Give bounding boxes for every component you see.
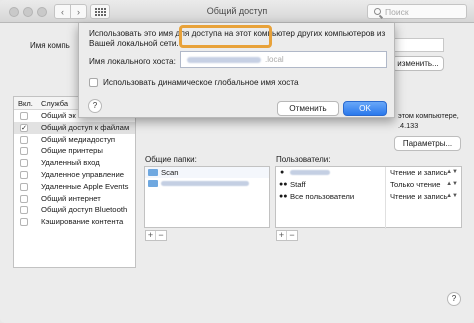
permission-value: Чтение и запись [390,168,448,177]
service-row[interactable]: ✓ Общий доступ к файлам [14,121,135,134]
permission-select[interactable]: Чтение и запись ▲▼ [386,167,461,179]
folder-name: Scan [161,168,179,177]
service-name: Кэширование контента [41,217,124,227]
computer-name-field[interactable] [392,38,444,52]
hostname-focus-ring [179,25,272,48]
folder-icon [148,180,158,187]
dynamic-hostname-label: Использовать динамическое глобальное имя… [103,78,299,87]
permission-value: Чтение и запись [390,191,448,201]
updown-arrow-icon: ▲▼ [446,180,458,187]
help-button[interactable]: ? [447,292,461,306]
service-row[interactable]: Общий интернет [14,193,135,205]
service-row[interactable]: Общие принтеры [14,145,135,157]
service-row[interactable]: Кэширование контента [14,216,135,228]
dynamic-hostname-checkbox[interactable] [89,78,98,87]
user-name: Все пользователи [290,191,355,201]
add-user-button[interactable]: + [277,231,288,240]
header-service: Служба [41,99,69,108]
host-suffix: .local [265,55,284,64]
list-item[interactable]: Scan [145,167,269,178]
service-row[interactable]: Удаленное управление [14,169,135,181]
service-checkbox[interactable] [20,170,28,179]
local-hostname-input[interactable]: .local [180,51,387,68]
user-name: Staff [290,179,306,189]
cancel-button[interactable]: Отменить [277,101,339,116]
search-placeholder: Поиск [385,7,409,17]
edit-computer-name-button[interactable]: изменить... [392,56,444,71]
services-table: Вкл. Служба Общий эк ✓ Общий доступ к файл… [13,96,136,268]
everyone-icon: ●● [279,192,288,200]
updown-arrow-icon: ▲▼ [446,169,458,175]
service-name: Общий интернет [41,193,101,203]
service-name: Общий эк [41,111,76,120]
service-checkbox[interactable] [20,112,28,120]
sharing-window: ‹ › Общий доступ Поиск Имя компь изменит… [0,0,474,323]
service-name: Удаленное управление [41,169,125,179]
service-name: Общий доступ Bluetooth [41,205,128,215]
service-checkbox[interactable] [20,206,28,215]
status-text-line2: .4.133 [398,121,419,130]
add-folder-button[interactable]: + [146,231,157,240]
service-checkbox[interactable] [20,194,28,203]
search-field[interactable]: Поиск [367,4,467,19]
options-button[interactable]: Параметры... [394,136,461,151]
group-icon: ●● [279,180,288,188]
service-name: Общий доступ к файлам [41,122,130,132]
shared-folders-label: Общие папки: [145,155,197,164]
permissions-column: Чтение и запись ▲▼ Только чтение ▲▼ Чтение… [385,167,461,229]
service-name: Общие принтеры [41,146,103,156]
folder-icon [148,169,158,176]
permission-select[interactable]: Чтение и запись ▲▼ [386,191,461,203]
shared-folders-list: Scan [144,166,270,228]
status-text-line1: этом компьютере, [398,111,459,120]
service-checkbox[interactable]: ✓ [20,123,28,132]
service-checkbox[interactable] [20,135,28,144]
folder-name-redacted [161,178,249,189]
hostname-redacted [187,57,261,63]
service-row[interactable]: Удаленный вход [14,157,135,169]
updown-arrow-icon: ▲▼ [446,192,458,199]
remove-folder-button[interactable]: − [156,231,166,240]
permission-value: Только чтение [390,179,441,189]
remove-user-button[interactable]: − [287,231,297,240]
service-name: Удаленные Apple Events [41,181,129,191]
header-on: Вкл. [18,99,33,108]
service-row[interactable]: Удаленные Apple Events [14,181,135,193]
service-name: Общий медиадоступ [41,134,116,144]
host-label: Имя локального хоста: [89,57,176,66]
service-row[interactable]: Общий доступ Bluetooth [14,204,135,216]
service-checkbox[interactable] [20,218,28,227]
permission-select[interactable]: Только чтение ▲▼ [386,179,461,191]
user-icon: ● [280,169,285,176]
list-item[interactable] [145,178,269,189]
service-checkbox[interactable] [20,147,28,156]
search-icon [374,8,381,15]
service-name: Удаленный вход [41,158,100,168]
users-add-remove: + − [276,230,298,241]
computer-name-label: Имя компь [30,41,70,50]
ok-button[interactable]: OK [343,101,387,116]
users-label: Пользователи: [276,155,331,164]
folders-add-remove: + − [145,230,167,241]
titlebar: ‹ › Общий доступ Поиск [0,0,474,23]
user-name-redacted [290,167,330,179]
service-checkbox[interactable] [20,182,28,191]
service-checkbox[interactable] [20,159,28,168]
service-row[interactable]: Общий медиадоступ [14,134,135,146]
sheet-help-button[interactable]: ? [88,99,102,113]
